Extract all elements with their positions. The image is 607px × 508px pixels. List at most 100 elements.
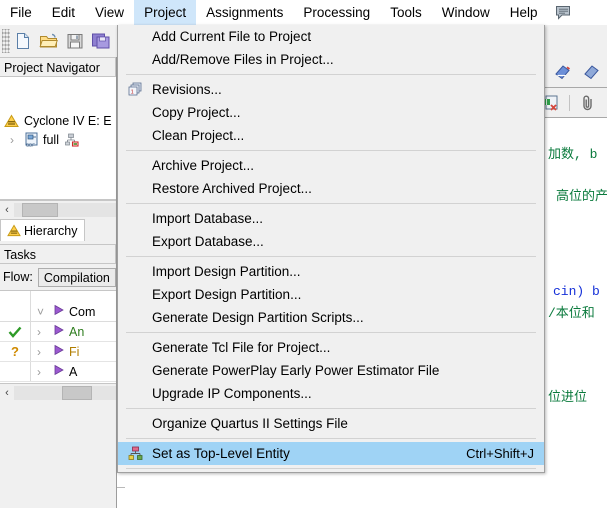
top-level-entity-icon — [118, 442, 152, 465]
save-all-icon[interactable] — [88, 28, 114, 54]
pin-tool-icon[interactable] — [579, 59, 605, 85]
tasks-title: Tasks — [0, 244, 116, 264]
menu-item-set-as-top-level-entity[interactable]: Set as Top-Level Entity Ctrl+Shift+J — [118, 442, 544, 465]
tree-item-label: full — [43, 132, 59, 147]
menu-item-icon-slot — [118, 260, 152, 283]
menu-separator — [126, 332, 536, 333]
navigator-hscrollbar[interactable]: ‹ — [0, 200, 116, 219]
menubar-item-processing[interactable]: Processing — [293, 0, 380, 25]
tree-item-full[interactable]: › BDF full — [0, 130, 116, 149]
menu-item-clean-project[interactable]: Clean Project... — [118, 124, 544, 147]
open-folder-icon[interactable] — [36, 28, 62, 54]
scroll-thumb[interactable] — [22, 203, 58, 217]
save-icon[interactable] — [62, 28, 88, 54]
tasks-hscrollbar[interactable]: ‹ — [0, 383, 116, 402]
play-icon[interactable] — [53, 304, 65, 319]
menu-item-add-remove-files-in-project[interactable]: Add/Remove Files in Project... — [118, 48, 544, 71]
menubar-item-file[interactable]: File — [0, 0, 42, 25]
menu-item-restore-archived-project[interactable]: Restore Archived Project... — [118, 177, 544, 200]
tab-hierarchy[interactable]: Hierarchy — [0, 219, 85, 241]
menubar-item-assignments[interactable]: Assignments — [196, 0, 293, 25]
menu-item-icon-slot — [118, 230, 152, 253]
menu-item-icon-slot — [118, 359, 152, 382]
menu-item-label: Archive Project... — [152, 158, 255, 173]
menubar-item-tools[interactable]: Tools — [380, 0, 432, 25]
menu-item-label: Generate Design Partition Scripts... — [152, 310, 364, 325]
speech-bubble-icon[interactable] — [547, 0, 579, 25]
menubar-item-edit[interactable]: Edit — [42, 0, 85, 25]
table-row[interactable]: › An — [0, 322, 116, 342]
scroll-left-arrow[interactable]: ‹ — [0, 387, 14, 399]
check-green-icon — [0, 322, 31, 341]
scroll-thumb[interactable] — [62, 386, 92, 400]
menu-item-label: Import Design Partition... — [152, 264, 301, 279]
code-line: cin) b — [553, 284, 600, 299]
play-icon[interactable] — [53, 324, 65, 339]
menu-item-icon-slot — [118, 124, 152, 147]
menu-item-import-design-partition[interactable]: Import Design Partition... — [118, 260, 544, 283]
menubar-item-help[interactable]: Help — [500, 0, 548, 25]
toolbar-grip[interactable] — [2, 29, 10, 53]
menu-bar: File Edit View Project Assignments Processing… — [0, 0, 607, 25]
menu-item-upgrade-ip-components[interactable]: Upgrade IP Components... — [118, 382, 544, 405]
flow-select[interactable]: Compilation — [37, 267, 116, 287]
menubar-item-project[interactable]: Project — [134, 0, 197, 25]
menu-item-icon-slot — [118, 177, 152, 200]
menu-item-icon-slot — [118, 306, 152, 329]
menubar-item-window[interactable]: Window — [432, 0, 500, 25]
project-dropdown-menu[interactable]: Add Current File to Project Add/Remove Fi… — [117, 25, 545, 473]
menu-item-label: Revisions... — [152, 82, 222, 97]
menu-item-export-database[interactable]: Export Database... — [118, 230, 544, 253]
chevron-right-icon[interactable]: › — [10, 133, 22, 147]
play-icon[interactable] — [53, 364, 65, 379]
play-icon[interactable] — [53, 344, 65, 359]
menu-item-revisions[interactable]: 1 Revisions... — [118, 78, 544, 101]
menu-item-generate-tcl-file-for-project[interactable]: Generate Tcl File for Project... — [118, 336, 544, 359]
new-file-icon[interactable] — [10, 28, 36, 54]
menu-separator — [126, 256, 536, 257]
menu-item-label: Import Database... — [152, 211, 264, 226]
task-label: A — [69, 364, 78, 379]
menu-item-icon-slot — [118, 101, 152, 124]
menu-separator — [126, 468, 536, 469]
menubar-item-view[interactable]: View — [85, 0, 134, 25]
flow-label: Flow: — [3, 270, 33, 284]
tasks-grid-header: ˅ Com — [0, 291, 116, 322]
menu-separator — [126, 74, 536, 75]
menu-item-label: Copy Project... — [152, 105, 241, 120]
tasks-grid[interactable]: ˅ Com › An ? › Fi › A — [0, 290, 116, 383]
tree-item-device[interactable]: Cyclone IV E: E — [0, 111, 116, 130]
chevron-right-icon[interactable]: › — [37, 345, 49, 359]
revisions-icon: 1 — [118, 78, 152, 101]
table-row[interactable]: › A — [0, 362, 116, 382]
menu-item-add-current-file-to-project[interactable]: Add Current File to Project — [118, 25, 544, 48]
tasks-grid-header-row: ˅ Com — [31, 291, 95, 321]
warning-device-icon — [4, 114, 19, 128]
project-navigator-tree[interactable]: Cyclone IV E: E › BDF full — [0, 77, 116, 200]
status-column-header — [0, 291, 31, 321]
code-line: 高位的产 — [556, 189, 607, 204]
menu-item-archive-project[interactable]: Archive Project... — [118, 154, 544, 177]
menu-item-generate-powerplay-early-power-estimator-file[interactable]: Generate PowerPlay Early Power Estimator… — [118, 359, 544, 382]
menu-item-export-design-partition[interactable]: Export Design Partition... — [118, 283, 544, 306]
menu-item-copy-project[interactable]: Copy Project... — [118, 101, 544, 124]
menu-item-icon-slot — [118, 207, 152, 230]
menu-item-label: Add/Remove Files in Project... — [152, 52, 334, 67]
menu-item-import-database[interactable]: Import Database... — [118, 207, 544, 230]
assignment-editor-icon[interactable] — [551, 59, 577, 85]
toolbar-divider — [569, 94, 570, 111]
flow-row: Flow: Compilation — [0, 264, 116, 290]
menu-separator — [126, 408, 536, 409]
menu-item-generate-design-partition-scripts[interactable]: Generate Design Partition Scripts... — [118, 306, 544, 329]
chevron-down-icon[interactable]: ˅ — [37, 305, 49, 319]
chevron-right-icon[interactable]: › — [37, 325, 49, 339]
menu-item-organize-quartus-ii-settings-file[interactable]: Organize Quartus II Settings File — [118, 412, 544, 435]
chevron-right-icon[interactable]: › — [37, 365, 49, 379]
warning-device-icon — [7, 224, 21, 237]
menu-item-label: Restore Archived Project... — [152, 181, 312, 196]
table-row[interactable]: ? › Fi — [0, 342, 116, 362]
scroll-left-arrow[interactable]: ‹ — [0, 204, 14, 216]
gutter-tick — [117, 487, 125, 488]
menu-item-shortcut: Ctrl+Shift+J — [466, 446, 534, 461]
paperclip-icon[interactable] — [575, 90, 601, 116]
